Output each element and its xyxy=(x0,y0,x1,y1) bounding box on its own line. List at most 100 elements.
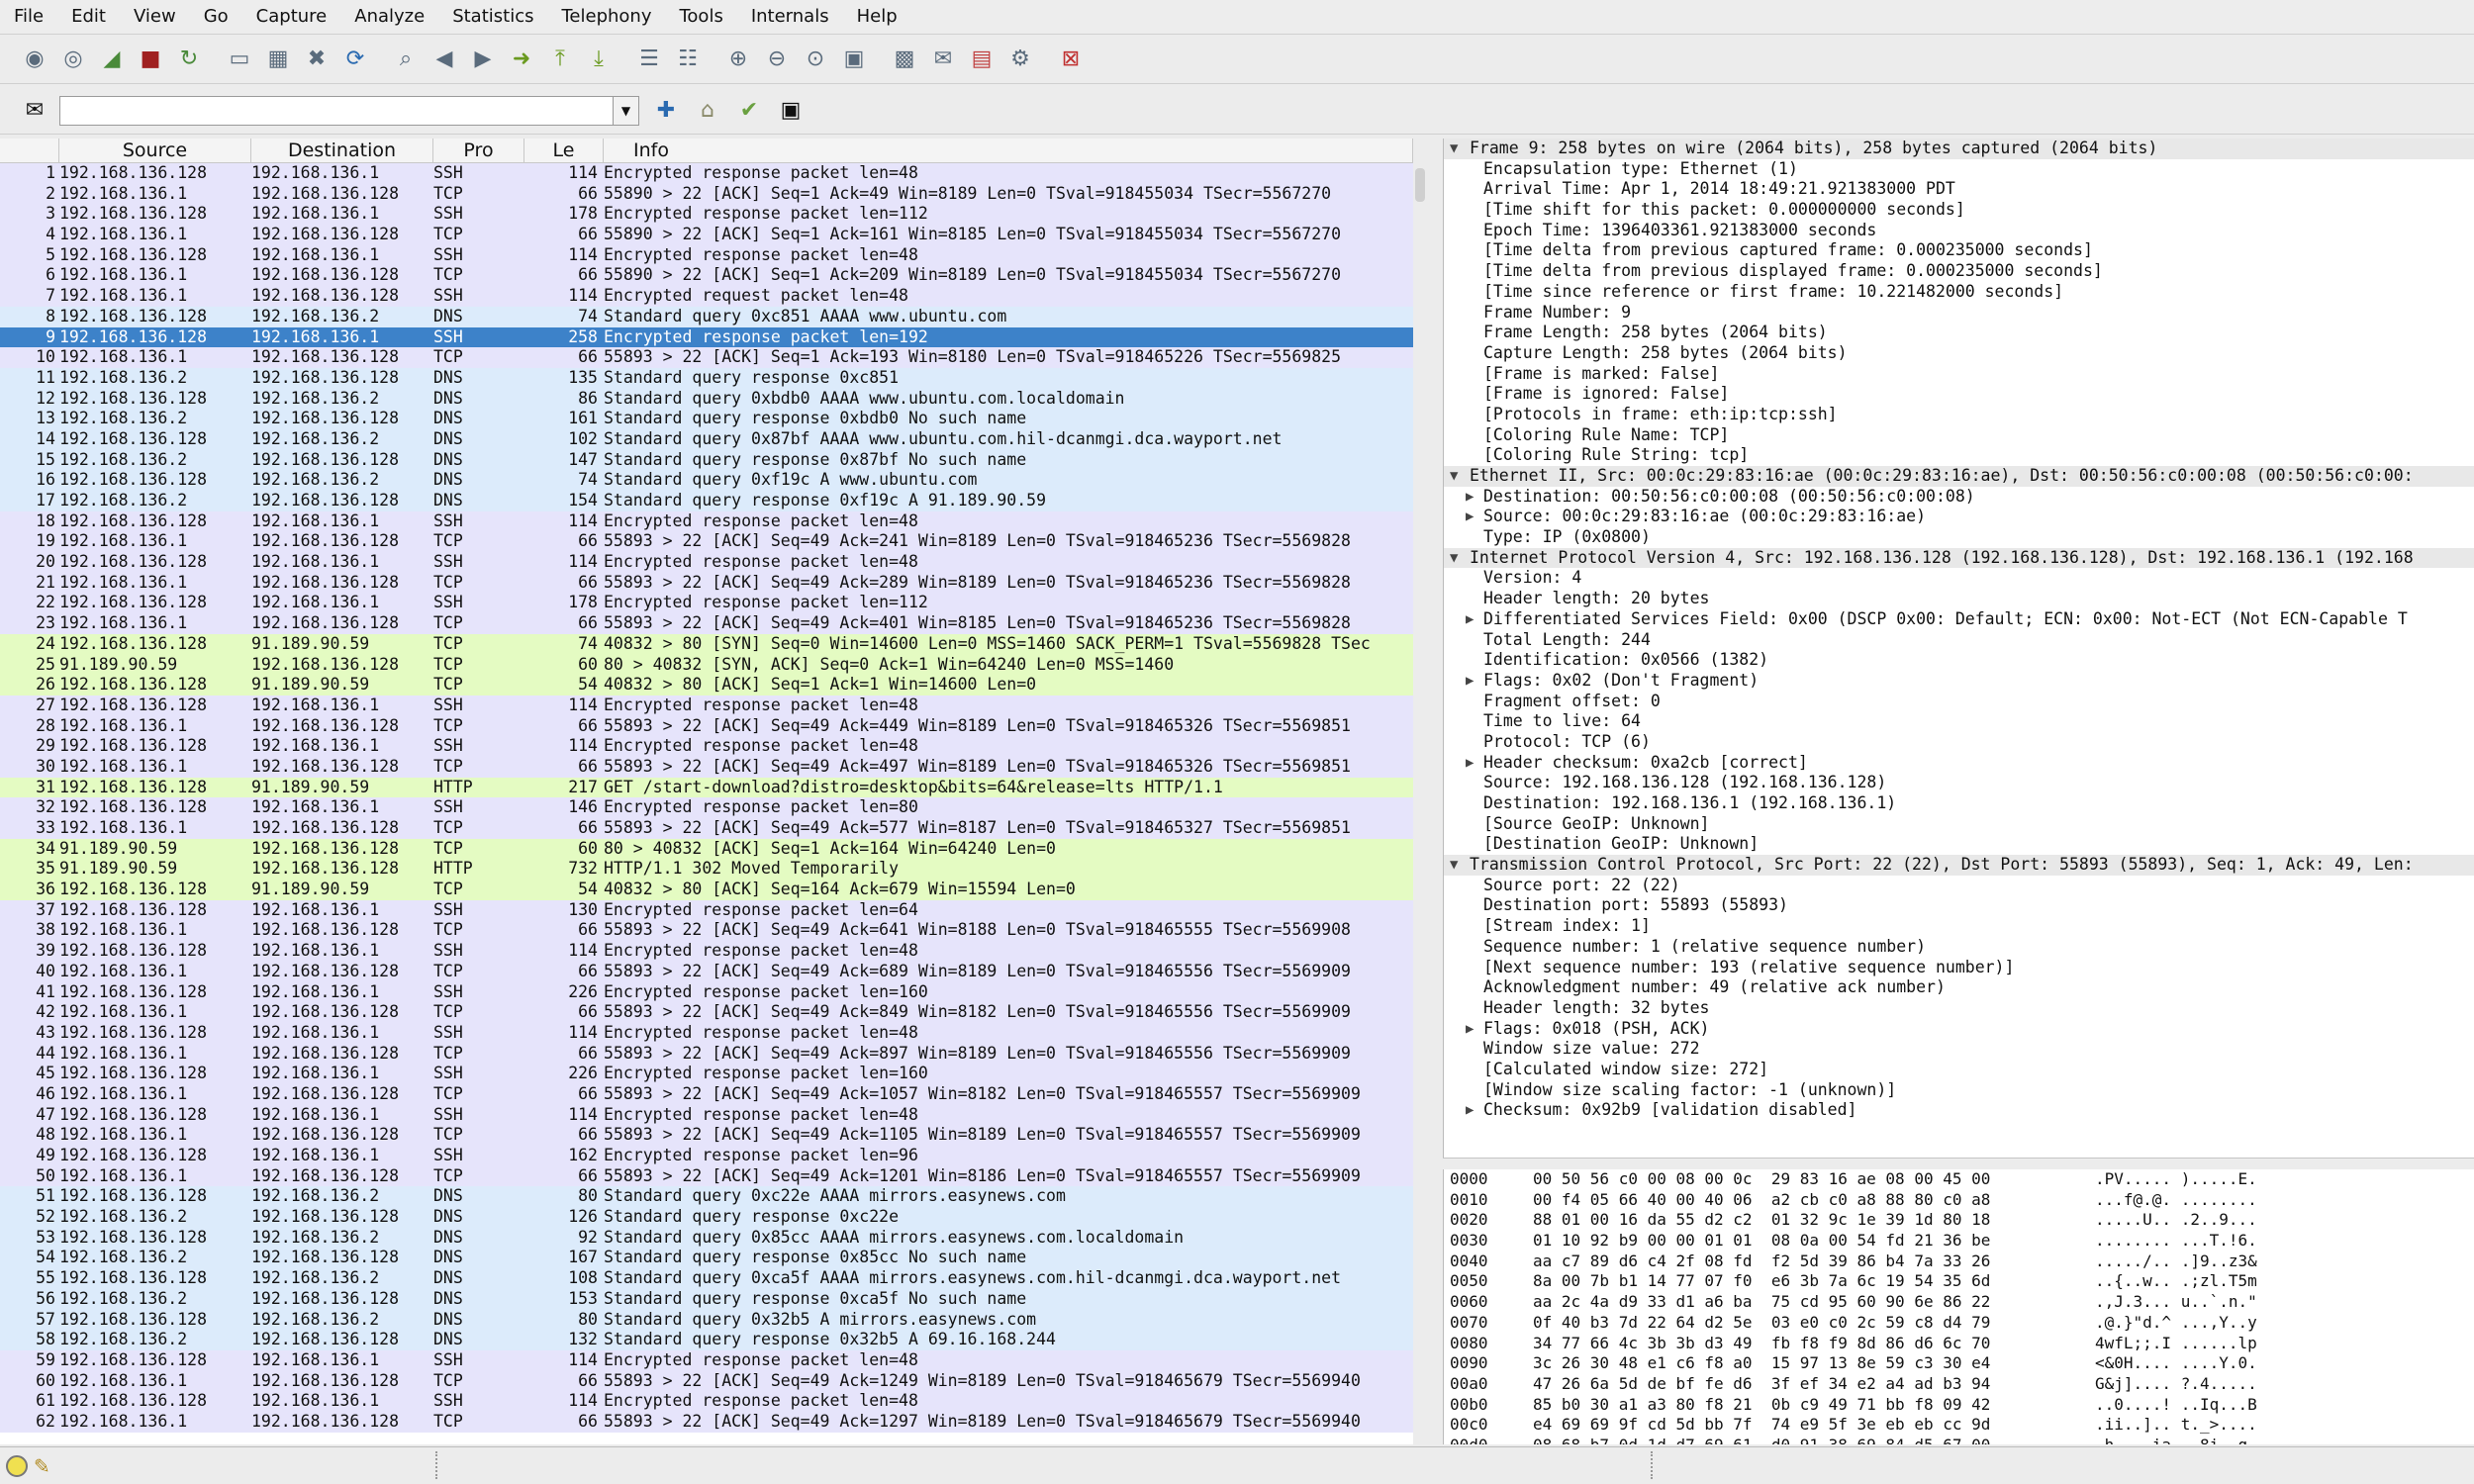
detail-tree-item[interactable]: Header length: 32 bytes xyxy=(1444,998,2474,1019)
table-row[interactable]: 32 192.168.136.128 192.168.136.1 SSH 146 Encr… xyxy=(0,797,1413,818)
display-filter-input[interactable] xyxy=(59,95,614,126)
table-row[interactable]: 62 192.168.136.1 192.168.136.128 TCP 66 55893… xyxy=(0,1411,1413,1433)
hex-offset[interactable]: 0020 xyxy=(1444,1210,1519,1231)
collapse-triangle-icon[interactable]: ▼ xyxy=(1450,855,1458,876)
hex-ascii[interactable]: .@.}"d.^ ...,Y..y xyxy=(2087,1313,2257,1334)
detail-tree-item[interactable]: [Time shift for this packet: 0.000000000… xyxy=(1444,200,2474,221)
hex-offset[interactable]: 0070 xyxy=(1444,1313,1519,1334)
detail-tree-item[interactable]: [Time since reference or first frame: 10… xyxy=(1444,282,2474,303)
hex-offset[interactable]: 0060 xyxy=(1444,1292,1519,1313)
table-row[interactable]: 38 192.168.136.1 192.168.136.128 TCP 66 55893… xyxy=(0,920,1413,942)
detail-tree-item[interactable]: Source port: 22 (22) xyxy=(1444,876,2474,896)
menu-tools[interactable]: Tools xyxy=(665,0,736,34)
table-row[interactable]: 4 192.168.136.1 192.168.136.128 TCP 66 55890 … xyxy=(0,225,1413,245)
stop-capture-icon[interactable]: ■ xyxy=(134,43,167,76)
table-row[interactable]: 44 192.168.136.1 192.168.136.128 TCP 66 55893… xyxy=(0,1043,1413,1065)
menu-telephony[interactable]: Telephony xyxy=(547,0,665,34)
menu-help[interactable]: Help xyxy=(843,0,911,34)
detail-tree-item[interactable]: ▶ Flags: 0x018 (PSH, ACK) xyxy=(1444,1019,2474,1040)
hex-bytes[interactable]: 0f 40 b3 7d 22 64 d2 5e 03 e0 c0 2c 59 c… xyxy=(1519,1313,2087,1334)
detail-tree-item[interactable]: ▼ Transmission Control Protocol, Src Port… xyxy=(1444,855,2474,876)
table-row[interactable]: 40 192.168.136.1 192.168.136.128 TCP 66 55893… xyxy=(0,961,1413,982)
find-packet-icon[interactable]: ⌕ xyxy=(389,43,423,76)
go-back-icon[interactable]: ◀ xyxy=(428,43,461,76)
table-row[interactable]: 3 192.168.136.128 192.168.136.1 SSH 178 Encry… xyxy=(0,204,1413,226)
detail-tree-item[interactable]: Time to live: 64 xyxy=(1444,711,2474,732)
table-row[interactable]: 29 192.168.136.128 192.168.136.1 SSH 114 Encr… xyxy=(0,736,1413,757)
table-row[interactable]: 43 192.168.136.128 192.168.136.1 SSH 114 Encr… xyxy=(0,1022,1413,1044)
menu-analyze[interactable]: Analyze xyxy=(340,0,438,34)
table-row[interactable]: 57 192.168.136.128 192.168.136.2 DNS 80 Stand… xyxy=(0,1309,1413,1331)
detail-tree-item[interactable]: ▶ Source: 00:0c:29:83:16:ae (00:0c:29:83:… xyxy=(1444,507,2474,527)
column-destination[interactable]: Destination xyxy=(251,139,433,162)
hex-bytes[interactable]: 01 10 92 b9 00 00 01 01 08 0a 00 54 fd 2… xyxy=(1519,1231,2087,1252)
hex-ascii[interactable]: .....U.. .2..9... xyxy=(2087,1210,2257,1231)
detail-tree-item[interactable]: Destination: 192.168.136.1 (192.168.136.… xyxy=(1444,793,2474,814)
table-row[interactable]: 53 192.168.136.128 192.168.136.2 DNS 92 Stand… xyxy=(0,1227,1413,1249)
hex-offset[interactable]: 00d0 xyxy=(1444,1436,1519,1444)
packet-bytes[interactable]: 0000 00 50 56 c0 00 08 00 0c 29 83 16 ae … xyxy=(1443,1169,2474,1444)
hex-ascii[interactable]: 4wfL;;.I ......lp xyxy=(2087,1334,2257,1354)
menu-capture[interactable]: Capture xyxy=(242,0,341,34)
detail-tree-item[interactable]: Acknowledgment number: 49 (relative ack … xyxy=(1444,977,2474,998)
hex-bytes[interactable]: 8a 00 7b b1 14 77 07 f0 e6 3b 7a 6c 19 5… xyxy=(1519,1271,2087,1292)
table-row[interactable]: 11 192.168.136.2 192.168.136.128 DNS 135 Stan… xyxy=(0,367,1413,389)
hex-bytes[interactable]: aa 2c 4a d9 33 d1 a6 ba 75 cd 95 60 90 6… xyxy=(1519,1292,2087,1313)
preferences-icon[interactable]: ⚙ xyxy=(1003,43,1037,76)
menu-view[interactable]: View xyxy=(120,0,190,34)
apply-filter-icon[interactable]: ✔ xyxy=(734,96,764,126)
hex-ascii[interactable]: ...f@.@. ........ xyxy=(2087,1190,2257,1211)
hex-ascii[interactable]: ..{..w.. .;zl.T5m xyxy=(2087,1271,2257,1292)
table-row[interactable]: 36 192.168.136.128 91.189.90.59 TCP 54 40832 … xyxy=(0,880,1413,900)
detail-tree-item[interactable]: ▼ Frame 9: 258 bytes on wire (2064 bits),… xyxy=(1444,139,2474,159)
hex-offset[interactable]: 0000 xyxy=(1444,1169,1519,1190)
table-row[interactable]: 28 192.168.136.1 192.168.136.128 TCP 66 55893… xyxy=(0,715,1413,737)
pane-splitter[interactable] xyxy=(1413,139,1443,1444)
hex-bytes[interactable]: aa c7 89 d6 c4 2f 08 fd f2 5d 39 86 b4 7… xyxy=(1519,1252,2087,1272)
table-row[interactable]: 54 192.168.136.2 192.168.136.128 DNS 167 Stan… xyxy=(0,1248,1413,1269)
expand-triangle-icon[interactable]: ▶ xyxy=(1466,1100,1474,1121)
interface-list-icon[interactable]: ◉ xyxy=(18,43,51,76)
restart-capture-icon[interactable]: ↻ xyxy=(172,43,206,76)
hex-offset[interactable]: 0040 xyxy=(1444,1252,1519,1272)
coloring-rules-icon[interactable]: ▤ xyxy=(965,43,999,76)
table-row[interactable]: 24 192.168.136.128 91.189.90.59 TCP 74 40832 … xyxy=(0,633,1413,655)
zoom-in-icon[interactable]: ⊕ xyxy=(721,43,755,76)
hex-ascii[interactable]: G&j].... ?.4..... xyxy=(2087,1374,2257,1395)
add-filter-icon[interactable]: ✚ xyxy=(651,96,681,126)
hex-ascii[interactable]: ........ ...T.!6. xyxy=(2087,1231,2257,1252)
detail-tree-item[interactable]: ▶ Differentiated Services Field: 0x00 (DS… xyxy=(1444,609,2474,630)
detail-tree-item[interactable]: Source: 192.168.136.128 (192.168.136.128… xyxy=(1444,773,2474,793)
table-row[interactable]: 52 192.168.136.2 192.168.136.128 DNS 126 Stan… xyxy=(0,1207,1413,1228)
hex-offset[interactable]: 0090 xyxy=(1444,1353,1519,1374)
table-row[interactable]: 47 192.168.136.128 192.168.136.1 SSH 114 Encr… xyxy=(0,1104,1413,1126)
detail-tree-item[interactable]: Capture Length: 258 bytes (2064 bits) xyxy=(1444,343,2474,364)
save-filter-icon[interactable]: ▣ xyxy=(776,96,806,126)
go-to-packet-icon[interactable]: ➜ xyxy=(505,43,538,76)
hex-ascii[interactable]: <&0H.... ....Y.0. xyxy=(2087,1353,2257,1374)
hex-bytes[interactable]: 85 b0 30 a1 a3 80 f8 21 0b c9 49 71 bb f… xyxy=(1519,1395,2087,1416)
hex-offset[interactable]: 0030 xyxy=(1444,1231,1519,1252)
column-length[interactable]: Le xyxy=(524,139,604,162)
detail-tree-item[interactable]: ▼ Internet Protocol Version 4, Src: 192.1… xyxy=(1444,547,2474,569)
column-info[interactable]: Info xyxy=(604,139,1413,162)
table-row[interactable]: 50 192.168.136.1 192.168.136.128 TCP 66 55893… xyxy=(0,1165,1413,1187)
table-row[interactable]: 31 192.168.136.128 91.189.90.59 HTTP 217 GET … xyxy=(0,777,1413,798)
table-row[interactable]: 10 192.168.136.1 192.168.136.128 TCP 66 55893… xyxy=(0,347,1413,368)
collapse-triangle-icon[interactable]: ▼ xyxy=(1450,548,1458,569)
table-row[interactable]: 56 192.168.136.2 192.168.136.128 DNS 153 Stan… xyxy=(0,1288,1413,1310)
auto-scroll-icon[interactable]: ☷ xyxy=(671,43,705,76)
hex-ascii[interactable]: .h....ia ..8i..g. xyxy=(2087,1436,2257,1444)
hex-bytes[interactable]: 47 26 6a 5d de bf fe d6 3f ef 34 e2 a4 a… xyxy=(1519,1374,2087,1395)
detail-tree-item[interactable]: Frame Number: 9 xyxy=(1444,303,2474,324)
table-row[interactable]: 34 91.189.90.59 192.168.136.128 TCP 60 80 > 4… xyxy=(0,838,1413,860)
go-last-icon[interactable]: ⤓ xyxy=(582,43,616,76)
table-row[interactable]: 16 192.168.136.128 192.168.136.2 DNS 74 Stand… xyxy=(0,470,1413,491)
go-first-icon[interactable]: ⤒ xyxy=(543,43,577,76)
detail-tree-item[interactable]: Destination port: 55893 (55893) xyxy=(1444,895,2474,916)
table-row[interactable]: 15 192.168.136.2 192.168.136.128 DNS 147 Stan… xyxy=(0,449,1413,471)
expand-triangle-icon[interactable]: ▶ xyxy=(1466,609,1474,630)
menu-statistics[interactable]: Statistics xyxy=(438,0,547,34)
packet-list[interactable]: Source Destination Pro Le Info 1 192.168.… xyxy=(0,139,1414,1444)
table-row[interactable]: 42 192.168.136.1 192.168.136.128 TCP 66 55893… xyxy=(0,1002,1413,1023)
